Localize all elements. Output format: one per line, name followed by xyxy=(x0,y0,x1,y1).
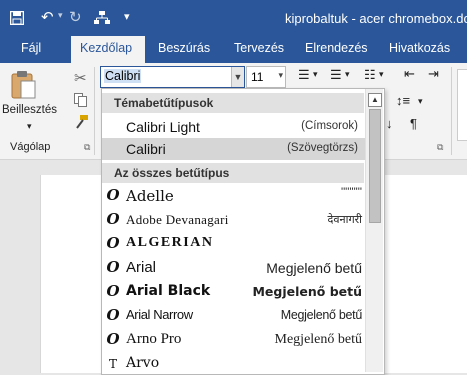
font-option-preview: Megjelenő betű xyxy=(274,332,362,347)
line-spacing-dropdown-icon[interactable]: ▾ xyxy=(418,96,423,107)
dropdown-scrollbar[interactable]: ▲ xyxy=(365,89,383,372)
theme-fonts-header-label: Témabetűtípusok xyxy=(114,96,214,110)
all-fonts-header-label: Az összes betűtípus xyxy=(114,166,230,180)
opentype-icon: O xyxy=(106,258,120,276)
font-option-name: Arial Black xyxy=(126,283,211,299)
font-size-value[interactable]: 11 xyxy=(251,70,263,84)
font-option-name: Arial Narrow xyxy=(126,307,193,322)
font-option-preview: '''''''''' xyxy=(340,186,362,198)
font-option-preview: देवनागरी xyxy=(327,214,362,226)
font-name-dropdown-icon[interactable]: ▼ xyxy=(231,67,244,87)
opentype-icon: O xyxy=(106,186,120,204)
truetype-icon: T xyxy=(108,357,117,371)
tab-insert[interactable]: Beszúrás xyxy=(158,41,210,55)
tab-design[interactable]: Tervezés xyxy=(234,41,284,55)
font-option-name: Arvo xyxy=(126,355,160,371)
font-option-adobe-devanagari[interactable]: O Adobe Devanagari देवनागरी xyxy=(102,208,366,230)
cut-icon[interactable]: ✂ xyxy=(74,69,87,87)
customize-toolbar-icon[interactable]: ▾ xyxy=(124,10,130,23)
group-separator xyxy=(94,67,95,155)
save-icon[interactable] xyxy=(10,11,24,25)
font-option-calibri-light[interactable]: Calibri Light (Címsorok) xyxy=(102,116,366,138)
font-option-arial-narrow[interactable]: O Arial Narrow Megjelenő betű xyxy=(102,304,366,326)
redo-icon[interactable]: ↻ xyxy=(69,8,82,26)
tab-home[interactable]: Kezdőlap xyxy=(71,36,145,63)
tab-references[interactable]: Hivatkozás xyxy=(389,41,450,55)
font-option-arial[interactable]: O Arial Megjelenő betű xyxy=(102,256,366,278)
increase-indent-icon[interactable]: ⇥ xyxy=(428,66,439,82)
numbering-icon[interactable]: ☰ xyxy=(330,67,342,83)
paste-label[interactable]: Beillesztés xyxy=(2,104,57,116)
font-option-calibri[interactable]: Calibri (Szövegtörzs) xyxy=(102,138,366,160)
paste-icon[interactable] xyxy=(11,70,37,100)
font-option-name: Arno Pro xyxy=(126,331,182,347)
scroll-up-icon[interactable]: ▲ xyxy=(368,93,382,107)
font-option-name: Adelle xyxy=(126,187,174,205)
group-separator xyxy=(451,67,452,155)
undo-dropdown-icon[interactable]: ▾ xyxy=(58,10,63,21)
title-bar: ↶ ▾ ↻ ▾ kiprobaltuk - acer chromebox.doc xyxy=(0,0,467,36)
font-option-name: ALGERIAN xyxy=(126,235,214,250)
font-option-adelle[interactable]: O Adelle '''''''''' xyxy=(102,184,366,206)
line-spacing-icon[interactable]: ↕≡ xyxy=(396,93,410,108)
opentype-icon: O xyxy=(106,282,120,300)
format-painter-icon[interactable] xyxy=(73,115,89,129)
multilevel-dropdown-icon[interactable]: ▾ xyxy=(379,69,384,80)
multilevel-list-icon[interactable]: ☷ xyxy=(364,67,376,83)
window-title: kiprobaltuk - acer chromebox.doc xyxy=(285,11,467,26)
font-option-preview: Megjelenő betű xyxy=(252,284,362,299)
font-option-name: Calibri xyxy=(126,141,166,157)
clipboard-launcher-icon[interactable]: ⧉ xyxy=(84,142,90,153)
tab-file[interactable]: Fájl xyxy=(21,41,41,55)
font-size-combobox[interactable]: 11 ▾ xyxy=(246,66,286,88)
copy-icon[interactable] xyxy=(74,93,88,107)
font-option-preview: Megjelenő betű xyxy=(280,308,363,322)
opentype-icon: O xyxy=(106,210,120,228)
styles-gallery[interactable] xyxy=(457,69,467,141)
tab-home-label: Kezdőlap xyxy=(80,41,133,55)
sort-icon[interactable]: ↓ xyxy=(386,116,393,131)
paragraph-launcher-icon[interactable]: ⧉ xyxy=(437,142,443,153)
opentype-icon: O xyxy=(106,306,120,324)
font-option-preview: Megjelenő betű xyxy=(266,260,362,276)
numbering-dropdown-icon[interactable]: ▾ xyxy=(345,69,350,80)
font-name-combobox[interactable]: Calibri ▼ xyxy=(100,66,245,88)
all-fonts-header: Az összes betűtípus xyxy=(102,163,364,183)
font-option-arno-pro[interactable]: O Arno Pro Megjelenő betű xyxy=(102,328,366,350)
theme-fonts-header: Témabetűtípusok xyxy=(102,93,364,113)
font-option-arvo[interactable]: T Arvo xyxy=(102,352,366,374)
font-dropdown: Témabetűtípusok Calibri Light (Címsorok)… xyxy=(101,88,385,375)
font-option-name: Adobe Devanagari xyxy=(126,212,229,227)
opentype-icon: O xyxy=(106,330,120,348)
font-option-role: (Címsorok) xyxy=(301,120,358,132)
undo-icon[interactable]: ↶ xyxy=(41,8,54,26)
decrease-indent-icon[interactable]: ⇤ xyxy=(404,66,415,82)
opentype-icon: O xyxy=(106,234,120,252)
tab-layout[interactable]: Elrendezés xyxy=(305,41,368,55)
font-name-value[interactable]: Calibri xyxy=(104,69,142,83)
font-option-algerian[interactable]: O ALGERIAN xyxy=(102,232,366,254)
bullets-dropdown-icon[interactable]: ▾ xyxy=(313,69,318,80)
paste-dropdown-icon[interactable]: ▾ xyxy=(27,121,32,132)
show-marks-icon[interactable]: ¶ xyxy=(410,116,417,131)
bullets-icon[interactable]: ☰ xyxy=(298,67,310,83)
font-option-name: Arial xyxy=(126,259,157,276)
font-option-name: Calibri Light xyxy=(126,119,200,135)
font-option-role: (Szövegtörzs) xyxy=(287,142,358,154)
font-option-arial-black[interactable]: O Arial Black Megjelenő betű xyxy=(102,280,366,302)
scroll-thumb[interactable] xyxy=(369,109,381,223)
organization-icon[interactable] xyxy=(94,11,110,25)
clipboard-group-label: Vágólap xyxy=(10,141,51,153)
font-size-dropdown-icon[interactable]: ▾ xyxy=(278,70,283,81)
